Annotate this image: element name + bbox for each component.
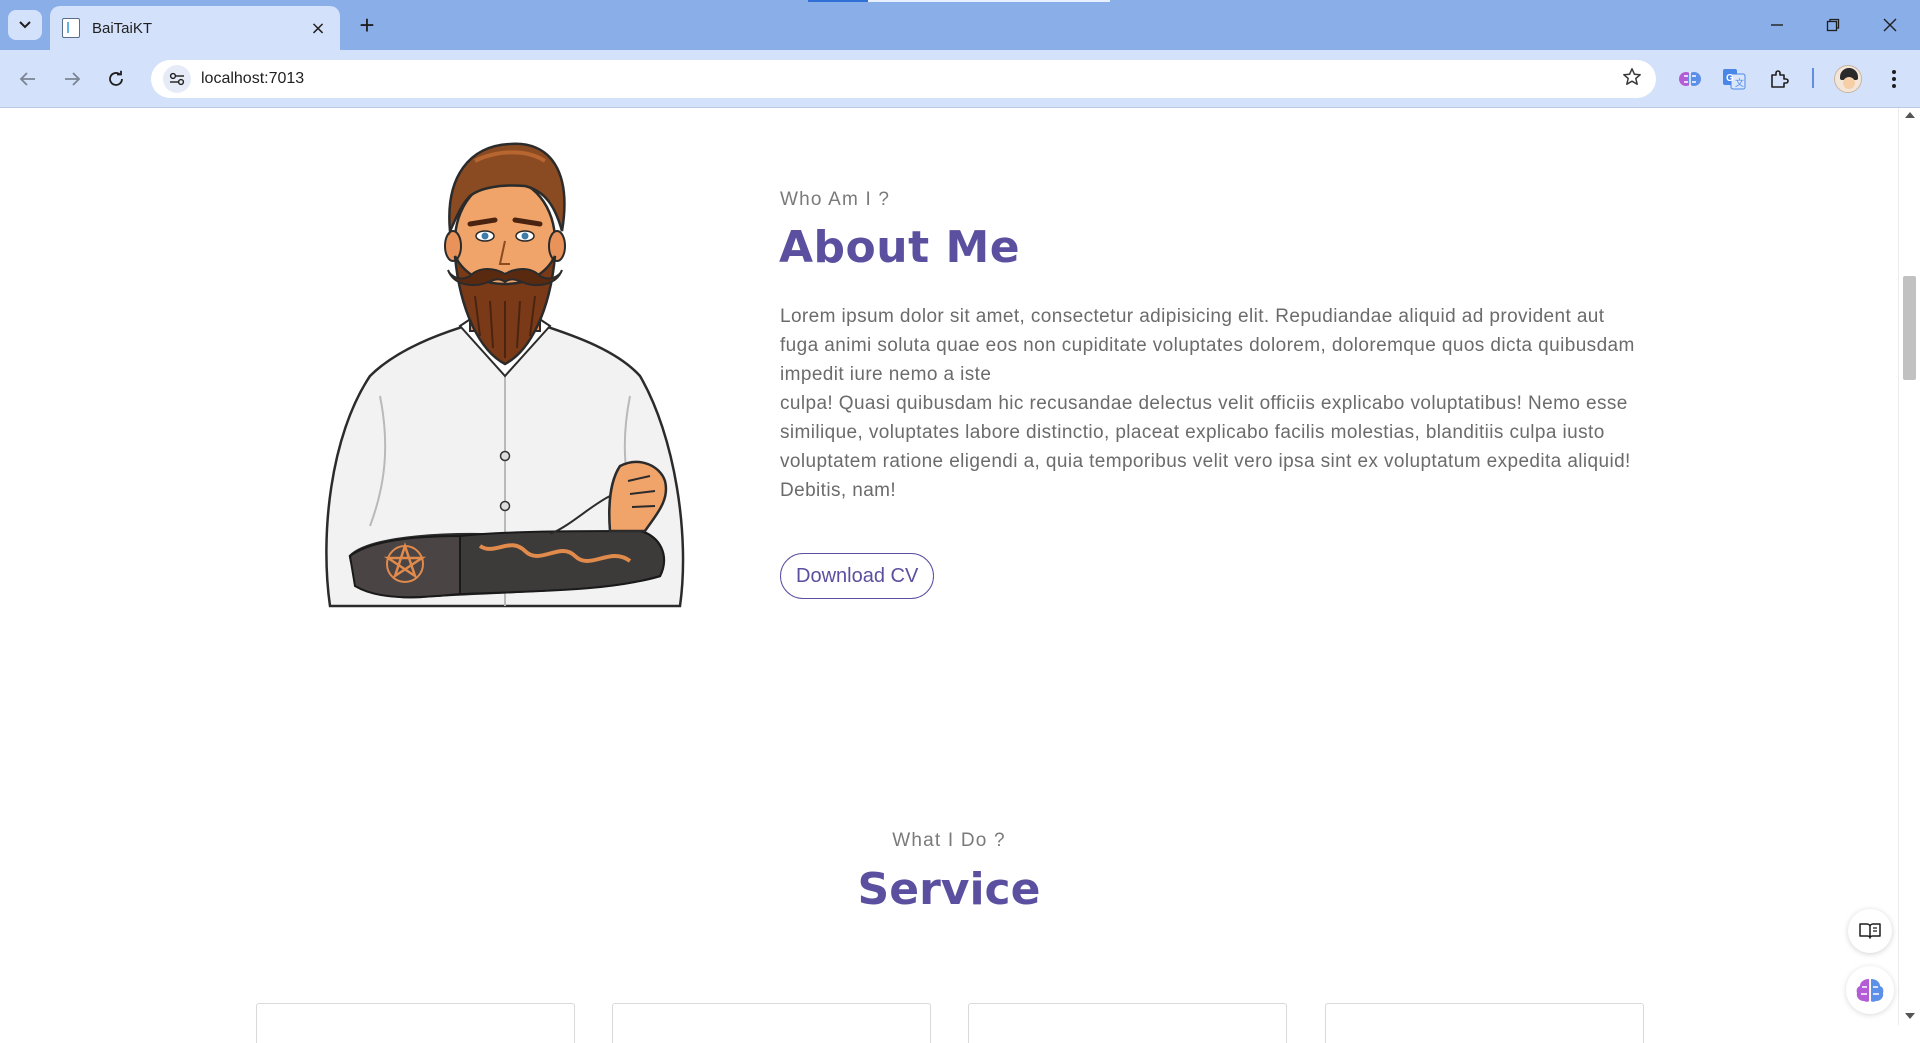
about-description: Lorem ipsum dolor sit amet, consectetur … xyxy=(780,302,1640,505)
tab-strip-indicator-track xyxy=(868,0,1110,2)
scroll-down-arrow-icon[interactable] xyxy=(1905,1013,1915,1019)
chevron-down-icon xyxy=(19,21,31,29)
extension-translate-button[interactable]: G 文 xyxy=(1721,66,1747,92)
tab-search-button[interactable] xyxy=(8,10,42,40)
minimize-button[interactable] xyxy=(1757,10,1797,40)
minimize-icon xyxy=(1771,24,1783,26)
arrow-left-icon xyxy=(19,72,35,86)
restore-button[interactable] xyxy=(1813,10,1853,40)
browser-menu-button[interactable] xyxy=(1880,64,1908,94)
new-tab-button[interactable]: + xyxy=(352,10,382,40)
reading-mode-button[interactable] xyxy=(1848,909,1892,953)
brain-extension-icon xyxy=(1679,72,1701,86)
assistant-brain-button[interactable] xyxy=(1846,966,1894,1014)
page-favicon-icon xyxy=(62,18,80,38)
reading-mode-icon xyxy=(1859,923,1881,939)
page-scrollbar[interactable] xyxy=(1898,108,1920,1025)
download-cv-button[interactable]: Download CV xyxy=(780,553,935,599)
about-title: About Me xyxy=(779,222,1021,273)
service-card[interactable] xyxy=(256,1003,575,1043)
brain-assistant-icon xyxy=(1856,979,1884,1002)
url-text[interactable]: localhost:7013 xyxy=(201,70,1622,88)
tab-bar: BaiTaiKT × + xyxy=(0,0,1920,50)
service-card[interactable] xyxy=(612,1003,931,1043)
restore-icon xyxy=(1826,18,1840,32)
portrait-illustration xyxy=(325,142,685,608)
scroll-thumb[interactable] xyxy=(1903,276,1916,380)
translate-icon: G 文 xyxy=(1723,69,1746,90)
reload-icon xyxy=(109,70,123,86)
bookmark-star-icon[interactable] xyxy=(1622,67,1642,92)
puzzle-icon xyxy=(1771,70,1789,88)
about-paragraph: culpa! Quasi quibusdam hic recusandae de… xyxy=(780,393,1631,501)
toolbar-divider xyxy=(1812,68,1814,88)
page-viewport: Who Am I ? About Me Lorem ipsum dolor si… xyxy=(0,108,1898,1025)
service-title: Service xyxy=(857,864,1041,915)
about-paragraph: Lorem ipsum dolor sit amet, consectetur … xyxy=(780,306,1635,385)
tab-close-icon[interactable]: × xyxy=(308,18,328,39)
site-info-button[interactable] xyxy=(163,65,191,93)
about-subtitle: Who Am I ? xyxy=(780,189,891,210)
svg-text:文: 文 xyxy=(1735,77,1744,89)
address-bar[interactable]: localhost:7013 xyxy=(151,60,1656,98)
menu-dot-icon xyxy=(1892,77,1896,81)
close-window-button[interactable] xyxy=(1870,10,1910,40)
tab-strip-indicator xyxy=(808,0,868,2)
service-subtitle: What I Do ? xyxy=(892,830,1006,851)
extensions-puzzle-button[interactable] xyxy=(1767,66,1793,92)
back-button[interactable] xyxy=(12,63,44,95)
profile-avatar[interactable] xyxy=(1834,65,1862,93)
tab-baitaikt[interactable]: BaiTaiKT × xyxy=(50,6,340,50)
service-card[interactable] xyxy=(968,1003,1287,1043)
close-icon xyxy=(1883,18,1897,32)
extension-brain-button[interactable] xyxy=(1677,66,1703,92)
forward-button[interactable] xyxy=(56,63,88,95)
menu-dot-icon xyxy=(1892,70,1896,74)
service-card[interactable] xyxy=(1325,1003,1644,1043)
svg-text:G: G xyxy=(1726,73,1734,84)
scroll-up-arrow-icon[interactable] xyxy=(1905,112,1915,118)
tab-title: BaiTaiKT xyxy=(92,19,153,37)
star-icon xyxy=(1623,67,1641,85)
tune-icon xyxy=(169,72,185,86)
menu-dot-icon xyxy=(1892,84,1896,88)
reload-button[interactable] xyxy=(100,63,132,95)
arrow-right-icon xyxy=(65,72,81,86)
